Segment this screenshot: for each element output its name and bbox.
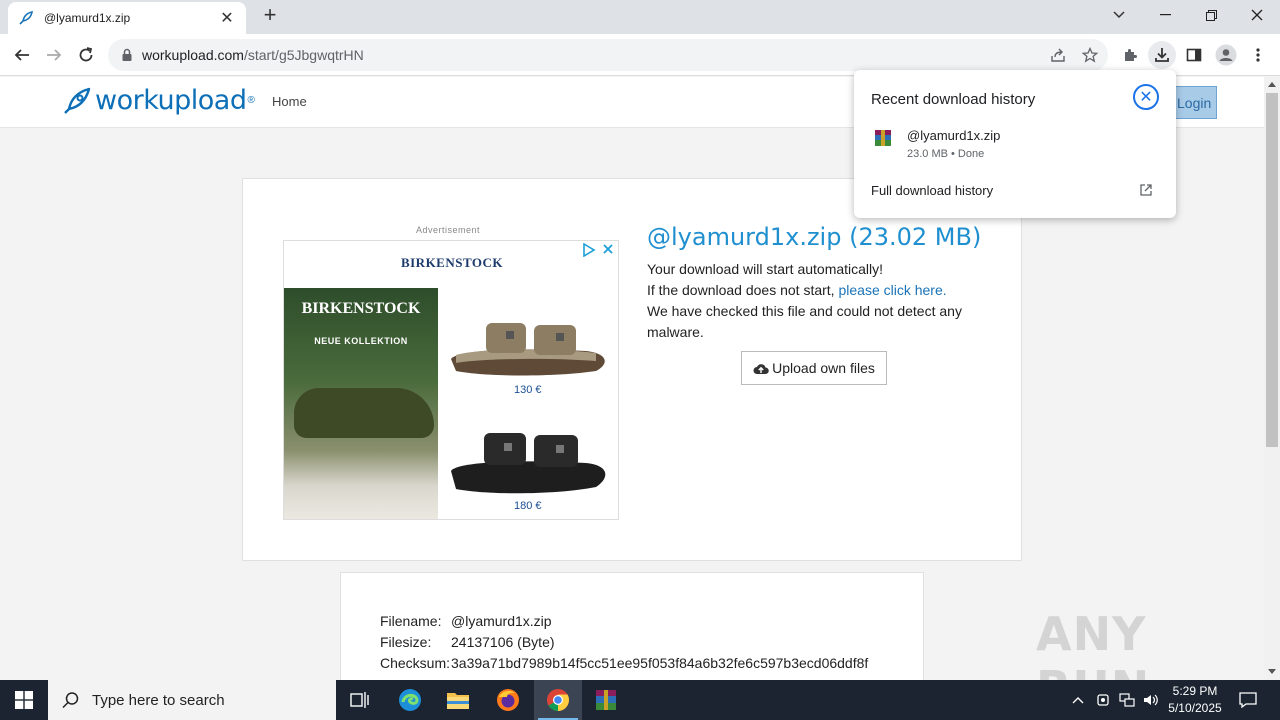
network-icon[interactable] xyxy=(1116,680,1138,720)
manual-download-line: If the download does not start, please c… xyxy=(647,280,977,301)
scrollbar-thumb[interactable] xyxy=(1266,93,1278,447)
tray-device-icon[interactable] xyxy=(1092,680,1114,720)
reload-icon[interactable] xyxy=(74,43,98,67)
clock-date: 5/10/2025 xyxy=(1168,701,1222,715)
logo-registered-mark: ® xyxy=(247,95,255,106)
windows-start-icon[interactable] xyxy=(0,680,48,720)
share-icon[interactable] xyxy=(1046,43,1070,67)
scroll-down-arrow-icon[interactable] xyxy=(1268,669,1276,674)
download-popup-header: Recent download history xyxy=(871,91,1036,108)
download-info: Your download will start automatically! … xyxy=(647,259,977,343)
download-popup-close-icon[interactable]: ✕ xyxy=(1133,84,1159,110)
full-download-history-link[interactable]: Full download history xyxy=(871,183,993,198)
download-file-name[interactable]: @lyamurd1x.zip xyxy=(907,128,1000,143)
logo-text: workupload xyxy=(95,85,247,116)
new-tab-button[interactable]: + xyxy=(258,4,282,28)
upload-button-label: Upload own files xyxy=(772,360,875,376)
browser-tab[interactable]: @lyamurd1x.zip ✕ xyxy=(8,2,246,34)
notification-center-icon[interactable] xyxy=(1234,680,1262,720)
download-file-meta: 23.0 MB • Done xyxy=(907,148,985,160)
filesize-label: Filesize: xyxy=(380,634,432,650)
url-path: /start/g5JbgwqtrHN xyxy=(243,47,364,63)
extensions-puzzle-icon[interactable] xyxy=(1118,43,1142,67)
url-text: workupload.com/start/g5JbgwqtrHN xyxy=(142,47,364,63)
ad-brand-logo: BIRKENSTOCK xyxy=(400,255,504,270)
malware-check-text: We have checked this file and could not … xyxy=(647,303,962,340)
ad-close-icon[interactable] xyxy=(602,243,614,255)
cloud-upload-icon xyxy=(753,363,769,374)
auto-download-text: Your download will start automatically! xyxy=(647,261,884,277)
advertisement-banner[interactable]: BIRKENSTOCK BIRKENSTOCK NEUE KOLLEKTION … xyxy=(283,240,619,520)
firefox-icon[interactable] xyxy=(484,680,532,720)
page-scrollbar[interactable] xyxy=(1264,77,1280,680)
advertisement-label: Advertisement xyxy=(416,225,481,235)
filesize-value: 24137106 (Byte) xyxy=(451,634,555,650)
window-close-icon[interactable] xyxy=(1234,0,1280,30)
winrar-file-icon[interactable] xyxy=(874,129,892,147)
anyrun-watermark: ANY RUN xyxy=(1036,607,1149,680)
task-view-icon[interactable] xyxy=(336,680,384,720)
bookmark-star-icon[interactable] xyxy=(1078,43,1102,67)
taskbar-search-box[interactable]: Type here to search xyxy=(48,680,336,720)
ad-price-1: 130 € xyxy=(514,384,542,396)
ad-clog-image xyxy=(294,388,434,438)
file-explorer-icon[interactable] xyxy=(434,680,482,720)
minimize-icon[interactable] xyxy=(1142,0,1188,30)
chrome-icon[interactable] xyxy=(534,680,582,720)
ad-photo-brand: BIRKENSTOCK xyxy=(301,300,421,317)
clock-time: 5:29 PM xyxy=(1172,684,1218,698)
tab-search-chevron-icon[interactable] xyxy=(1096,0,1142,30)
checksum-row: Checksum:3a39a71bd7989b14f5cc51ee95f053f… xyxy=(380,655,868,671)
external-link-icon[interactable] xyxy=(1139,183,1153,197)
tab-title: @lyamurd1x.zip xyxy=(44,11,131,25)
lock-icon[interactable] xyxy=(120,48,134,62)
checksum-label: Checksum: xyxy=(380,655,451,671)
checksum-value: 3a39a71bd7989b14f5cc51ee95f053f84a6b32fe… xyxy=(451,655,869,671)
taskbar-clock[interactable]: 5:29 PM 5/10/2025 xyxy=(1162,683,1228,717)
browser-tab-strip: @lyamurd1x.zip ✕ + xyxy=(0,0,1280,34)
download-history-popup: Recent download history ✕ @lyamurd1x.zip… xyxy=(854,70,1176,218)
taskbar-search-placeholder: Type here to search xyxy=(92,691,225,709)
side-panel-icon[interactable] xyxy=(1182,43,1206,67)
back-arrow-icon[interactable] xyxy=(10,43,34,67)
scroll-up-arrow-icon[interactable] xyxy=(1268,82,1276,87)
workupload-favicon-icon xyxy=(18,10,34,26)
filename-label: Filename: xyxy=(380,613,442,629)
ad-sandal-tan-image xyxy=(451,323,605,376)
windows-taskbar: Type here to search 5:29 PM 5/10/2025 xyxy=(0,680,1280,720)
download-icon[interactable] xyxy=(1148,41,1176,69)
rocket-logo-icon xyxy=(64,87,91,114)
more-menu-icon[interactable] xyxy=(1246,43,1270,67)
search-icon xyxy=(62,692,79,709)
restore-icon[interactable] xyxy=(1188,0,1234,30)
nav-home-link[interactable]: Home xyxy=(272,94,307,109)
manual-download-prefix: If the download does not start, xyxy=(647,282,839,298)
filesize-row: Filesize: 24137106 (Byte) xyxy=(380,634,555,650)
file-title: @lyamurd1x.zip (23.02 MB) xyxy=(647,223,982,251)
edge-browser-icon[interactable] xyxy=(386,680,434,720)
ad-price-2: 180 € xyxy=(514,500,542,512)
url-domain: workupload.com xyxy=(142,47,244,63)
ad-sandal-black-image xyxy=(451,433,606,494)
workupload-logo[interactable]: workupload ® xyxy=(62,85,255,116)
upload-own-files-button[interactable]: Upload own files xyxy=(741,351,887,385)
profile-avatar-icon[interactable] xyxy=(1214,43,1238,67)
winrar-icon[interactable] xyxy=(582,680,630,720)
address-bar[interactable]: workupload.com/start/g5JbgwqtrHN xyxy=(108,39,1108,71)
tab-close-icon[interactable]: ✕ xyxy=(218,8,236,28)
volume-icon[interactable] xyxy=(1140,680,1162,720)
click-here-link[interactable]: please click here. xyxy=(838,282,946,298)
ad-photo: BIRKENSTOCK NEUE KOLLEKTION xyxy=(284,288,438,519)
filename-row: Filename: @lyamurd1x.zip xyxy=(380,613,552,629)
forward-arrow-icon[interactable] xyxy=(42,43,66,67)
show-hidden-icons-chevron-icon[interactable] xyxy=(1068,680,1088,720)
ad-photo-tagline: NEUE KOLLEKTION xyxy=(314,336,408,346)
filename-value: @lyamurd1x.zip xyxy=(451,613,552,629)
